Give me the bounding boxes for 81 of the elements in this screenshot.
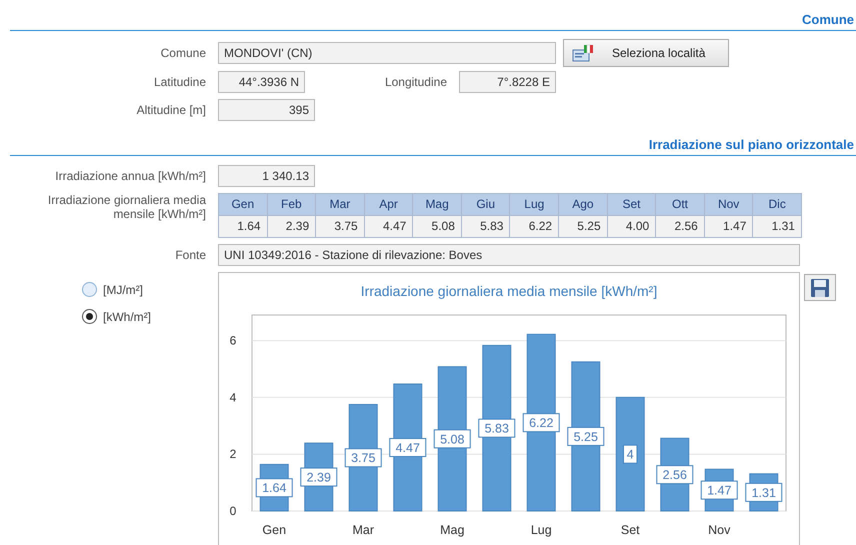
- data-label: 5.25: [574, 430, 598, 444]
- data-label: 1.31: [745, 482, 782, 502]
- data-label: 5.25: [567, 426, 604, 446]
- column-header: Dic: [753, 194, 801, 215]
- field-label: Altitudine [m]: [136, 103, 206, 117]
- latitude-field[interactable]: 44°.3936 N: [218, 71, 305, 93]
- column-header: Lug: [510, 194, 558, 215]
- column-header: Nov: [704, 194, 752, 215]
- axis-tick-label: Mar: [352, 523, 374, 537]
- data-label: 5.08: [440, 432, 464, 446]
- table-cell: 1.31: [753, 216, 801, 237]
- table-cell: 2.39: [268, 216, 316, 237]
- data-label: 4: [626, 448, 634, 462]
- table-cell: 5.83: [462, 216, 510, 237]
- radio-icon[interactable]: [82, 282, 97, 297]
- table-cell: 6.22: [510, 216, 558, 237]
- comune-field[interactable]: MONDOVI' (CN): [218, 42, 556, 64]
- data-label: 1.31: [752, 486, 776, 500]
- axis-tick-label: Nov: [708, 523, 730, 537]
- data-label: 6.22: [529, 416, 554, 430]
- axis-tick-label: Gen: [262, 523, 286, 537]
- altitude-field[interactable]: 395: [218, 99, 315, 121]
- column-header: Ott: [656, 194, 704, 215]
- field-label: Comune: [160, 46, 206, 60]
- longitude-field[interactable]: 7°.8228 E: [459, 71, 556, 93]
- data-label: 5.83: [484, 422, 509, 436]
- data-label: 3.75: [344, 448, 382, 468]
- axis-tick-label: 0: [230, 504, 236, 518]
- column-header: Mar: [316, 194, 364, 215]
- data-label: 6.22: [522, 413, 560, 432]
- map-flag-icon: [572, 44, 594, 62]
- data-label: 1.47: [700, 480, 738, 500]
- data-label: 2.39: [300, 468, 338, 487]
- chart-title: Irradiazione giornaliera media mensile [kWh/m²]: [360, 283, 658, 299]
- table-cell: 4.47: [364, 216, 412, 237]
- column-header: Mag: [413, 194, 461, 215]
- annual-irradiation-field[interactable]: 1 340.13: [218, 165, 315, 187]
- data-label: 1.47: [707, 484, 732, 498]
- axis-tick-label: 4: [230, 390, 236, 404]
- table-cell: 2.56: [656, 216, 704, 237]
- column-header: Set: [608, 194, 656, 215]
- select-location-button[interactable]: Seleziona località: [563, 39, 729, 67]
- axis-tick-label: 6: [230, 334, 236, 348]
- data-label: 3.75: [351, 451, 376, 466]
- table-cell: 5.25: [559, 216, 607, 237]
- axis-tick-label: Mag: [440, 523, 464, 537]
- data-label: 1.64: [262, 481, 286, 496]
- data-label: 2.39: [306, 470, 331, 485]
- unit-radio[interactable]: [MJ/m²]: [82, 282, 218, 297]
- column-header: Feb: [268, 194, 316, 215]
- table-cell: 1.47: [704, 216, 752, 237]
- column-header: Ago: [559, 194, 607, 215]
- section-title: Comune: [802, 12, 854, 27]
- data-label: 2.56: [656, 465, 694, 484]
- field-label: Longitudine: [384, 75, 447, 89]
- section-title: Irradiazione sul piano orizzontale: [648, 137, 854, 152]
- data-label: 1.64: [256, 478, 293, 498]
- data-label: 5.83: [478, 418, 516, 438]
- column-header: Apr: [364, 194, 412, 215]
- axis-tick-label: Set: [620, 523, 640, 537]
- radio-icon[interactable]: [82, 309, 97, 324]
- axis-tick-label: Lug: [530, 523, 552, 537]
- field-label: Fonte: [174, 248, 206, 262]
- source-field[interactable]: UNI 10349:2016 - Stazione di rilevazione: Boves: [218, 244, 800, 266]
- field-label: Latitudine: [152, 75, 206, 89]
- column-header: Giu: [462, 194, 510, 215]
- data-label: 5.08: [434, 429, 471, 448]
- data-label: 4.47: [389, 438, 426, 458]
- column-header: Gen: [219, 194, 267, 215]
- field-label: Irradiazione annua [kWh/m²]: [54, 169, 206, 183]
- data-label: 4.47: [396, 441, 420, 456]
- table-cell: 5.08: [413, 216, 461, 237]
- field-label: Irradiazione giornaliera media mensile [kWh/m²]: [46, 193, 206, 221]
- table-cell: 3.75: [316, 216, 364, 237]
- table-cell: 4.00: [608, 216, 656, 237]
- unit-radio[interactable]: [kWh/m²]: [82, 309, 218, 324]
- table-cell: 1.64: [219, 216, 267, 237]
- data-label: 4: [623, 444, 638, 464]
- data-label: 2.56: [662, 468, 687, 482]
- axis-tick-label: 2: [230, 447, 236, 462]
- save-button[interactable]: [804, 274, 836, 301]
